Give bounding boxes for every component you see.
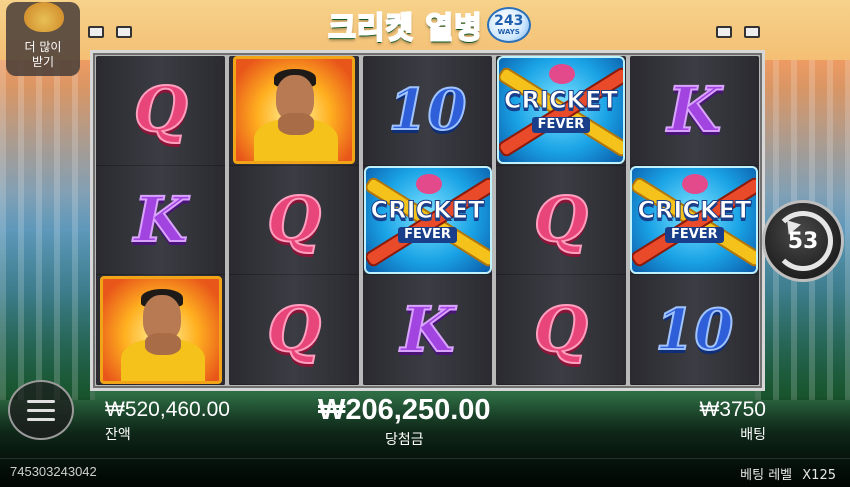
hamburger-icon-line	[27, 399, 55, 403]
menu-button[interactable]	[8, 380, 74, 440]
ways-badge: 243 WAYS	[486, 7, 531, 43]
symbol-k: K	[400, 292, 456, 366]
symbol-q: Q	[533, 292, 589, 366]
reel-cell: CRICKET FEVER	[629, 166, 760, 276]
reel-cell: 10	[629, 275, 760, 386]
floodlight-icon	[116, 26, 132, 38]
bet-display[interactable]: ₩3750 배팅	[699, 398, 766, 444]
ways-label: WAYS	[497, 28, 520, 36]
reel-cell: Q	[96, 56, 226, 166]
symbol-ten: 10	[388, 77, 468, 144]
win-display: ₩206,250.00 당첨금	[318, 394, 491, 449]
win-label: 당첨금	[384, 432, 424, 448]
balance-display: ₩520,460.00 잔액	[105, 398, 230, 444]
portrait-hands	[278, 113, 315, 136]
batsman-portrait-icon	[99, 275, 222, 384]
reel-cell: CRICKET FEVER	[496, 56, 626, 166]
symbol-k: K	[133, 183, 189, 256]
reel-grid: Q K Q Q 10 CRICKET FEVER K CRICKET FEVER Q Q K CRICKE…	[90, 50, 765, 391]
bet-level-label: 베팅 레벨	[740, 468, 793, 483]
cricket-fever-wild-symbol: CRICKET FEVER	[363, 166, 492, 274]
reel-5: K CRICKET FEVER 10	[629, 56, 760, 386]
reel-cell: K	[629, 56, 760, 166]
reel-2: QQ	[229, 56, 359, 386]
autospin-button[interactable]: 53	[762, 200, 844, 282]
bet-level: 베팅 레벨 X125	[740, 464, 836, 483]
cricket-ball-icon	[548, 64, 575, 85]
stadium-left-decoration	[0, 60, 95, 400]
bet-value: ₩3750	[699, 398, 766, 421]
cricket-ball-icon	[415, 174, 442, 194]
reel-cell: Q	[496, 275, 626, 386]
reel-cell: K	[362, 275, 493, 386]
wild-label-line1: CRICKET	[637, 196, 752, 224]
round-id: 745303243042	[10, 464, 97, 479]
reel-cell: K	[96, 166, 226, 276]
balance-value: ₩520,460.00	[105, 398, 230, 421]
game-logo: 크리켓 열병 243 WAYS	[322, 0, 537, 50]
ways-number: 243	[494, 13, 524, 29]
reel-4: CRICKET FEVER Q Q	[496, 56, 626, 386]
portrait-hands	[144, 332, 181, 355]
bet-level-value: X125	[802, 468, 836, 483]
buy-more-line1: 더 많이	[24, 40, 62, 54]
floodlight-icon	[744, 26, 760, 38]
buy-more-button[interactable]: 더 많이 받기	[6, 2, 80, 76]
symbol-q: Q	[133, 73, 189, 147]
footer-divider	[0, 458, 850, 459]
cricket-fever-wild-symbol: CRICKET FEVER	[630, 166, 759, 274]
reel-cell: Q	[229, 166, 359, 276]
wild-label-line2: FEVER	[664, 227, 724, 243]
symbol-k: K	[666, 73, 722, 147]
balance-label: 잔액	[105, 427, 131, 443]
reel-cell	[96, 275, 226, 386]
reel-cell: 10	[362, 56, 493, 166]
wild-label-line1: CRICKET	[503, 86, 618, 115]
cricket-ball-icon	[682, 174, 709, 194]
wild-label: CRICKET FEVER	[370, 196, 485, 243]
floodlight-icon	[716, 26, 732, 38]
reel-cell: Q	[229, 275, 359, 386]
batsman-portrait-icon	[233, 56, 356, 165]
autospin-count: 53	[787, 228, 819, 254]
reel-cell	[229, 56, 359, 166]
reel-1: QK	[96, 56, 226, 386]
hamburger-icon-line	[27, 408, 55, 412]
wild-label: CRICKET FEVER	[503, 86, 618, 134]
reel-3: 10 CRICKET FEVER K	[362, 56, 493, 386]
cricket-fever-wild-symbol: CRICKET FEVER	[496, 56, 625, 165]
buy-more-line2: 받기	[31, 55, 55, 69]
symbol-ten: 10	[654, 296, 734, 363]
logo-title: 크리켓 열병	[327, 10, 483, 47]
symbol-q: Q	[266, 292, 322, 366]
bet-label: 배팅	[740, 427, 766, 443]
symbol-q: Q	[266, 183, 322, 256]
wild-label: CRICKET FEVER	[637, 196, 752, 243]
wild-label-line2: FEVER	[531, 117, 591, 134]
coin-bag-icon	[24, 2, 64, 32]
reel-cell: CRICKET FEVER	[362, 166, 493, 276]
wild-label-line2: FEVER	[398, 227, 457, 243]
symbol-q: Q	[533, 183, 589, 256]
reel-cell: Q	[496, 166, 626, 276]
floodlight-icon	[88, 26, 104, 38]
win-value: ₩206,250.00	[318, 394, 491, 426]
hamburger-icon-line	[27, 417, 55, 421]
wild-label-line1: CRICKET	[370, 196, 485, 224]
